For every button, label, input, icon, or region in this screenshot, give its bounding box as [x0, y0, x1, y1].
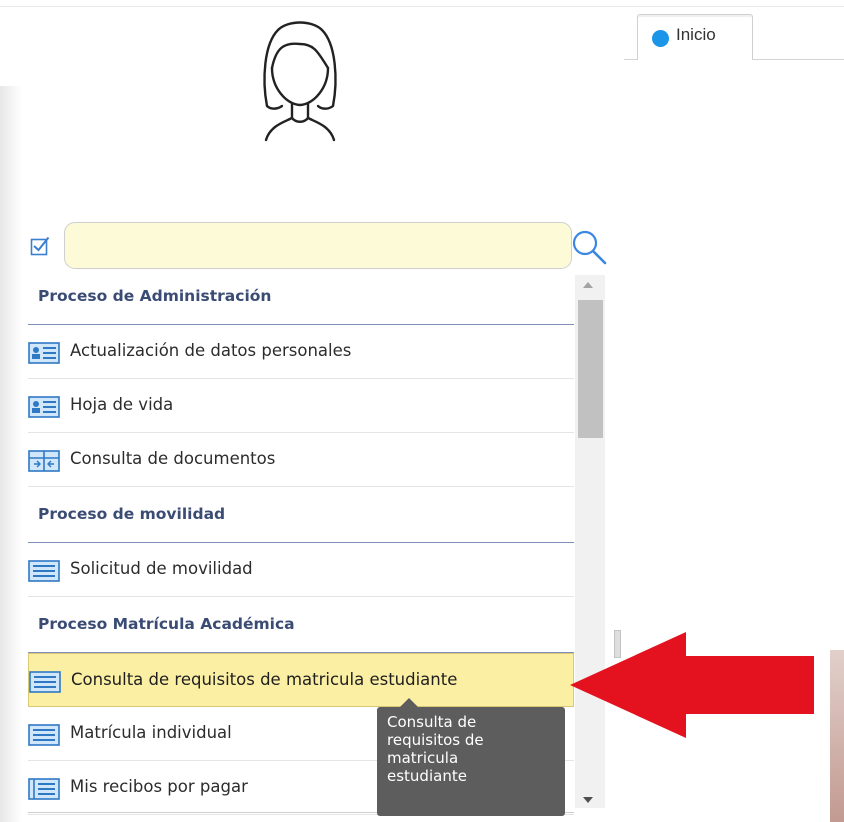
tooltip-line: Consulta de [387, 713, 477, 731]
tab-inicio[interactable]: Inicio [637, 14, 753, 60]
list-icon [28, 724, 60, 746]
red-arrow-icon [570, 632, 814, 738]
right-edge-strip [830, 650, 844, 822]
user-avatar-icon [263, 21, 337, 142]
menu-item-actualizacion-datos[interactable]: Actualización de datos personales [28, 325, 574, 379]
panel-shadow [0, 86, 22, 822]
tooltip-line: estudiante [387, 767, 467, 785]
tooltip-line: matricula [387, 749, 459, 767]
menu-item-label: Solicitud de movilidad [70, 559, 253, 578]
scrollbar-thumb[interactable] [578, 300, 603, 438]
checkbox-icon[interactable] [30, 236, 50, 256]
receipt-icon [28, 778, 60, 800]
menu-item-label: Mis recibos por pagar [70, 777, 248, 796]
tab-status-dot-icon [652, 30, 669, 47]
menu-item-label: Matrícula individual [70, 723, 232, 742]
tooltip-line: requisitos de [387, 731, 484, 749]
tooltip-pointer [400, 698, 418, 707]
tab-bar-line [753, 59, 844, 60]
menu-item-consulta-documentos[interactable]: Consulta de documentos [28, 433, 574, 487]
menu-item-label: Consulta de requisitos de matricula estu… [71, 670, 458, 689]
search-icon[interactable] [570, 228, 608, 266]
menu-item-label: Hoja de vida [70, 395, 174, 414]
menu-item-label: Consulta de documentos [70, 449, 276, 468]
scroll-down-arrow-icon[interactable] [583, 797, 593, 803]
list-icon [28, 560, 60, 582]
menu-item-consulta-requisitos[interactable]: Consulta de requisitos de matricula estu… [28, 653, 574, 707]
tab-bar-line [624, 59, 637, 60]
user-card-icon [28, 342, 60, 364]
menu-search-input[interactable] [64, 222, 572, 269]
documents-icon [28, 450, 60, 472]
list-icon [29, 671, 61, 693]
menu-group-header: Proceso de movilidad [28, 488, 574, 543]
tooltip: Consulta de requisitos de matricula estu… [377, 707, 565, 816]
menu-group-header: Proceso Matrícula Académica [28, 598, 574, 653]
menu-item-label: Actualización de datos personales [70, 341, 352, 360]
menu-item-hoja-de-vida[interactable]: Hoja de vida [28, 379, 574, 433]
scroll-up-arrow-icon[interactable] [583, 282, 593, 288]
user-card-icon [28, 396, 60, 418]
menu-group-header: Proceso de Administración [28, 270, 574, 325]
menu-item-solicitud-movilidad[interactable]: Solicitud de movilidad [28, 543, 574, 597]
top-border [0, 6, 844, 7]
tab-label: Inicio [676, 25, 716, 44]
